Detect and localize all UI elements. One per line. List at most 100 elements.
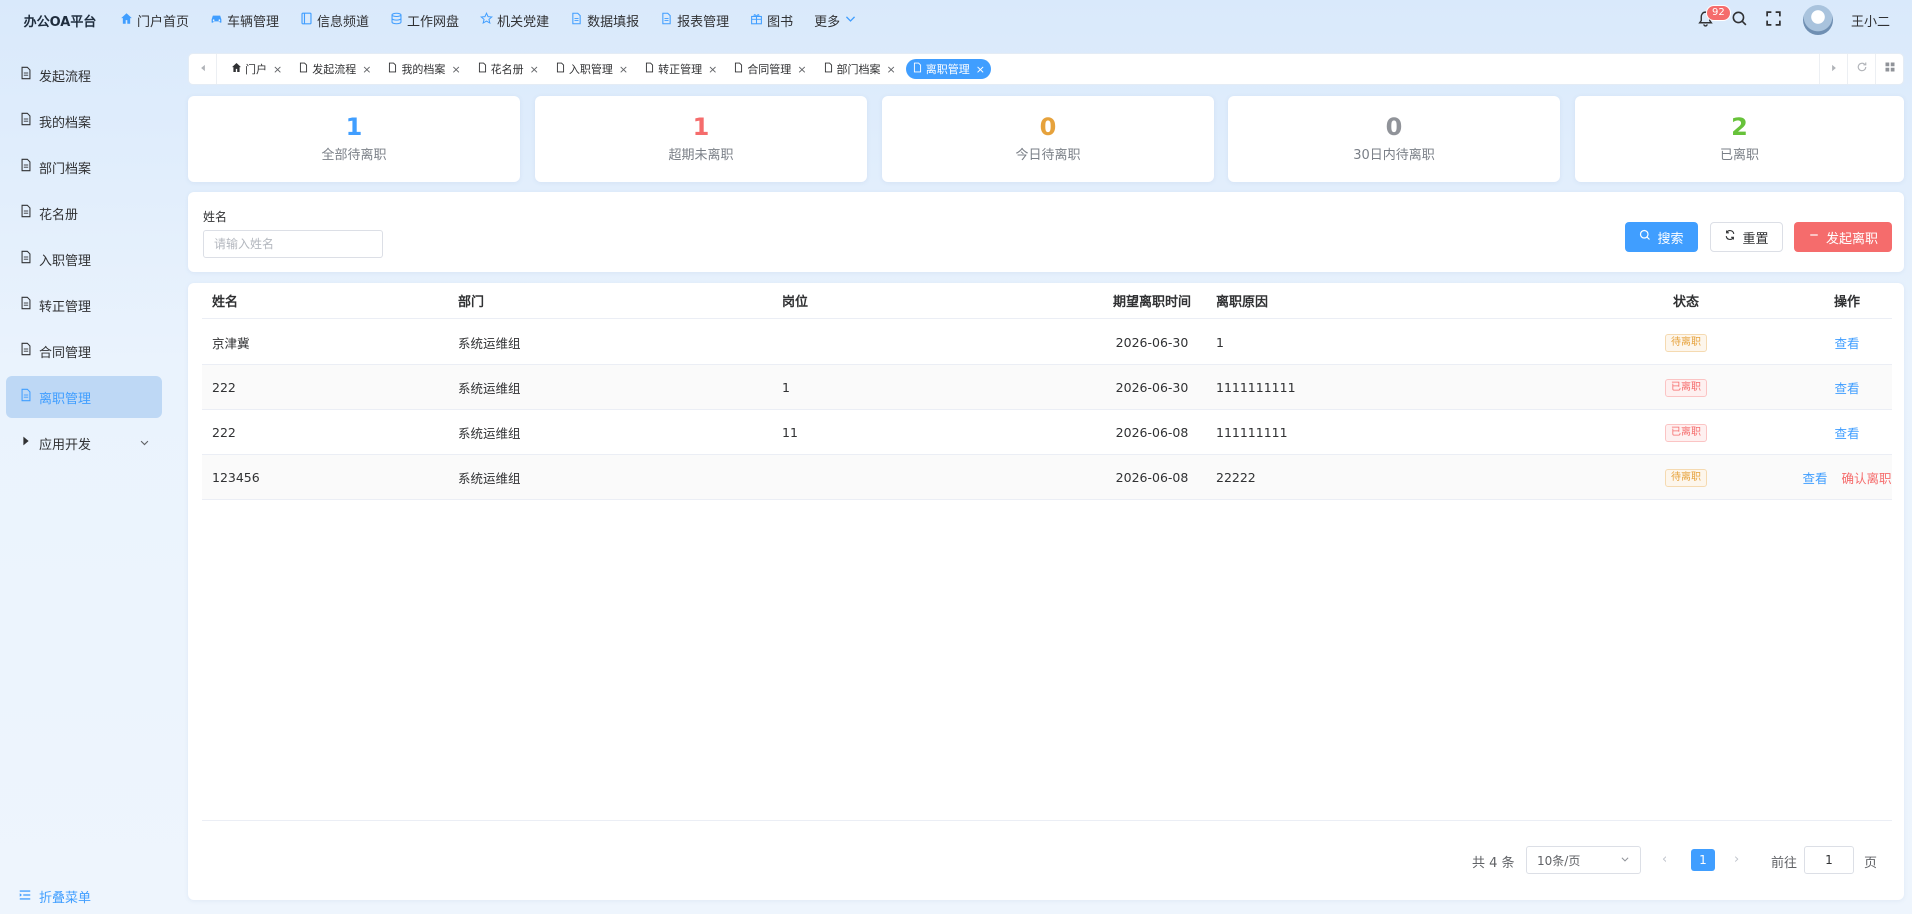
username[interactable]: 王小二 bbox=[1851, 11, 1890, 30]
topnav-item-datafill[interactable]: 数据填报 bbox=[570, 11, 639, 30]
menu-fold-icon bbox=[18, 888, 32, 906]
stat-value: 1 bbox=[692, 113, 710, 141]
tab-start-process[interactable]: 发起流程 × bbox=[292, 59, 377, 79]
view-link[interactable]: 查看 bbox=[1834, 336, 1859, 351]
sidebar-item-dept-archive[interactable]: 部门档案 bbox=[6, 146, 162, 188]
reset-button[interactable]: 重置 bbox=[1710, 222, 1783, 252]
sidebar-item-roster[interactable]: 花名册 bbox=[6, 192, 162, 234]
goto-page-input[interactable] bbox=[1804, 846, 1854, 874]
table-row: 京津冀 系统运维组 2026-06-30 1 待离职 查看 bbox=[202, 320, 1892, 365]
stat-label: 30日内待离职 bbox=[1353, 148, 1435, 163]
topnav-item-report[interactable]: 报表管理 bbox=[660, 11, 729, 30]
tab-onboarding[interactable]: 入职管理 × bbox=[549, 59, 634, 79]
sidebar-item-app-dev[interactable]: 应用开发 bbox=[6, 422, 162, 464]
topnav-item-vehicle[interactable]: 车辆管理 bbox=[210, 11, 279, 30]
page-number-current[interactable]: 1 bbox=[1691, 849, 1715, 871]
stat-value: 1 bbox=[345, 113, 363, 141]
tab-label: 发起流程 bbox=[312, 63, 357, 76]
collapse-menu-button[interactable]: 折叠菜单 bbox=[18, 887, 91, 906]
sidebar-item-start-process[interactable]: 发起流程 bbox=[6, 54, 162, 96]
topnav-label: 报表管理 bbox=[677, 14, 730, 30]
document-icon bbox=[19, 388, 33, 406]
stat-value: 2 bbox=[1731, 113, 1748, 141]
column-header-date: 期望离职时间 bbox=[1112, 295, 1191, 310]
notification-button[interactable]: 92 bbox=[1689, 0, 1731, 40]
stat-value: 0 bbox=[1039, 113, 1057, 141]
sidebar-item-regularization[interactable]: 转正管理 bbox=[6, 284, 162, 326]
ops-cell: 查看 bbox=[1782, 333, 1912, 352]
refresh-tab-button[interactable] bbox=[1847, 54, 1875, 84]
tab-scroll-left-button[interactable] bbox=[189, 54, 217, 84]
tab-close-icon[interactable]: × bbox=[451, 63, 460, 76]
next-page-button[interactable]: › bbox=[1734, 852, 1739, 867]
cell-post: 1 bbox=[782, 379, 790, 395]
stat-card-today: 0 今日待离职 bbox=[882, 96, 1214, 182]
topnav-item-more[interactable]: 更多 bbox=[814, 11, 857, 30]
reset-button-label: 重置 bbox=[1742, 231, 1769, 247]
tab-close-icon[interactable]: × bbox=[976, 63, 985, 76]
topnav-label: 信息频道 bbox=[317, 14, 370, 30]
chevron-down-icon bbox=[140, 440, 149, 446]
name-search-input[interactable] bbox=[203, 230, 383, 258]
page-size-select[interactable]: 10条/页 bbox=[1526, 846, 1641, 874]
tab-dept-archive[interactable]: 部门档案 × bbox=[817, 59, 902, 79]
tabs: 门户 × 发起流程 × 我的档案 × 花名册 × 入职管理 × 转正管理 × 合… bbox=[217, 54, 1819, 84]
start-resignation-button[interactable]: 发起离职 bbox=[1794, 222, 1892, 252]
tab-close-icon[interactable]: × bbox=[797, 63, 806, 76]
cell-dept: 系统运维组 bbox=[458, 470, 521, 486]
stat-card-resigned: 2 已离职 bbox=[1575, 96, 1904, 182]
book-icon bbox=[300, 12, 313, 29]
sidebar-item-label: 部门档案 bbox=[39, 161, 92, 177]
tab-label: 花名册 bbox=[490, 63, 524, 76]
pagination: 共 4 条 10条/页 ‹ 1 › 前往 页 bbox=[188, 846, 1904, 874]
topnav-item-info[interactable]: 信息频道 bbox=[300, 11, 369, 30]
topnav-item-netdisk[interactable]: 工作网盘 bbox=[390, 11, 459, 30]
confirm-resignation-link[interactable]: 确认离职 bbox=[1842, 471, 1892, 486]
tab-regularization[interactable]: 转正管理 × bbox=[638, 59, 723, 79]
sidebar-item-contract[interactable]: 合同管理 bbox=[6, 330, 162, 372]
tab-close-icon[interactable]: × bbox=[619, 63, 628, 76]
tab-close-icon[interactable]: × bbox=[362, 63, 371, 76]
topnav-item-books[interactable]: 图书 bbox=[750, 11, 793, 30]
view-link[interactable]: 查看 bbox=[1834, 381, 1859, 396]
chevron-down-icon bbox=[844, 12, 857, 29]
search-panel: 姓名 搜索 重置 发起离职 bbox=[188, 192, 1904, 272]
fullscreen-button[interactable] bbox=[1757, 0, 1791, 40]
view-link[interactable]: 查看 bbox=[1802, 471, 1827, 486]
fullscreen-icon bbox=[1765, 10, 1782, 31]
sidebar-item-resignation[interactable]: 离职管理 bbox=[6, 376, 162, 418]
tab-resignation[interactable]: 离职管理 × bbox=[905, 59, 991, 79]
tab-my-archive[interactable]: 我的档案 × bbox=[381, 59, 466, 79]
topnav-label: 机关党建 bbox=[497, 14, 550, 30]
status-badge: 已离职 bbox=[1665, 423, 1707, 442]
ops-cell: 查看 确认离职 bbox=[1782, 468, 1912, 487]
avatar[interactable] bbox=[1802, 5, 1833, 35]
cell-name: 京津冀 bbox=[212, 335, 250, 351]
sidebar-item-onboarding[interactable]: 入职管理 bbox=[6, 238, 162, 280]
cell-date: 2026-06-30 bbox=[1115, 379, 1189, 395]
sidebar-item-my-archive[interactable]: 我的档案 bbox=[6, 100, 162, 142]
tab-scroll-right-button[interactable] bbox=[1819, 54, 1847, 84]
cell-date: 2026-06-08 bbox=[1115, 424, 1189, 440]
tab-contract[interactable]: 合同管理 × bbox=[727, 59, 812, 79]
document-icon bbox=[19, 342, 33, 360]
status-cell: 待离职 bbox=[1654, 468, 1718, 487]
tab-close-icon[interactable]: × bbox=[273, 63, 282, 76]
tab-portal[interactable]: 门户 × bbox=[225, 59, 288, 79]
search-button[interactable] bbox=[1723, 0, 1757, 40]
table-divider bbox=[202, 820, 1892, 821]
topnav-item-home[interactable]: 门户首页 bbox=[120, 11, 189, 30]
search-button[interactable]: 搜索 bbox=[1625, 222, 1698, 252]
tab-close-icon[interactable]: × bbox=[708, 63, 717, 76]
tab-close-icon[interactable]: × bbox=[887, 63, 896, 76]
tab-close-icon[interactable]: × bbox=[530, 63, 539, 76]
view-link[interactable]: 查看 bbox=[1834, 426, 1859, 441]
prev-page-button[interactable]: ‹ bbox=[1662, 852, 1667, 867]
document-icon bbox=[19, 250, 33, 268]
gift-icon bbox=[750, 12, 763, 29]
caret-right-icon bbox=[1829, 62, 1839, 77]
cell-date: 2026-06-08 bbox=[1115, 469, 1189, 485]
topnav-item-party[interactable]: 机关党建 bbox=[480, 11, 549, 30]
tab-menu-button[interactable] bbox=[1875, 54, 1903, 84]
tab-roster[interactable]: 花名册 × bbox=[471, 59, 545, 79]
